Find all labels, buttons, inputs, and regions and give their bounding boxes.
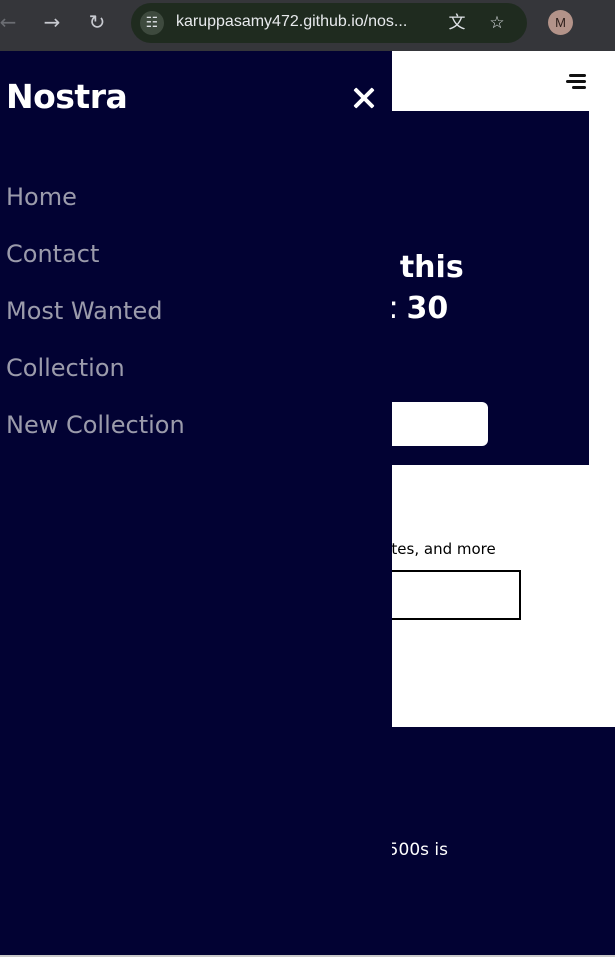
profile-avatar[interactable]: M bbox=[548, 10, 573, 35]
forward-icon[interactable]: → bbox=[40, 10, 64, 34]
nav-menu: Home Contact Most Wanted Collection New … bbox=[6, 183, 185, 468]
back-icon[interactable]: ← bbox=[0, 10, 20, 34]
nav-item-collection[interactable]: Collection bbox=[6, 354, 185, 411]
browser-toolbar: ← → ↻ ☷ karuppasamy472.github.io/nos... … bbox=[0, 0, 615, 51]
close-icon[interactable] bbox=[350, 84, 378, 112]
nav-item-new-collection[interactable]: New Collection bbox=[6, 411, 185, 468]
brand-logo[interactable]: Nostra bbox=[6, 77, 128, 116]
url-text[interactable]: karuppasamy472.github.io/nos... bbox=[176, 13, 407, 31]
address-bar[interactable]: ☷ karuppasamy472.github.io/nos... 文 ☆ bbox=[131, 3, 527, 43]
bookmark-star-icon[interactable]: ☆ bbox=[486, 12, 508, 34]
site-info-icon[interactable]: ☷ bbox=[140, 11, 164, 35]
translate-icon[interactable]: 文 bbox=[446, 12, 468, 34]
page-viewport: ted r FF on this e first 30 mers ow→ tte… bbox=[0, 51, 615, 957]
nav-item-most-wanted[interactable]: Most Wanted bbox=[6, 297, 185, 354]
nav-item-contact[interactable]: Contact bbox=[6, 240, 185, 297]
reload-icon[interactable]: ↻ bbox=[85, 10, 109, 34]
nav-drawer: Nostra Home Contact Most Wanted Collecti… bbox=[0, 51, 392, 957]
nav-item-home[interactable]: Home bbox=[6, 183, 185, 240]
hamburger-menu-icon[interactable] bbox=[566, 73, 586, 90]
